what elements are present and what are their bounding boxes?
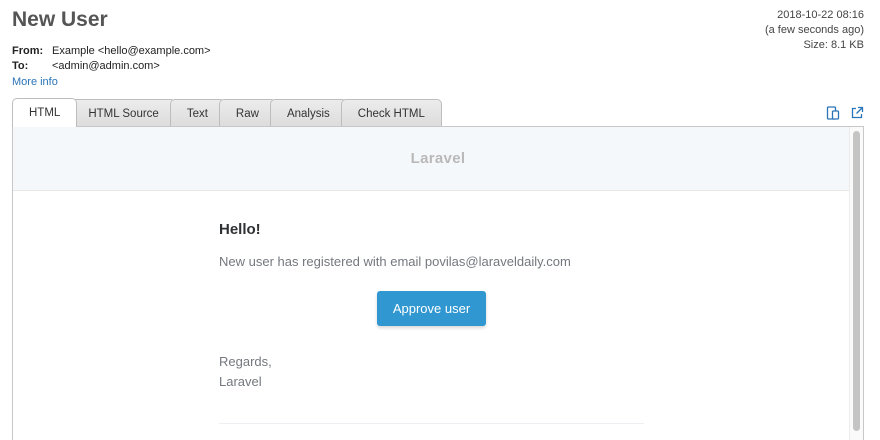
html-preview-pane[interactable]: Laravel Hello! New user has registered w… bbox=[12, 126, 864, 440]
email-content: Hello! New user has registered with emai… bbox=[219, 221, 644, 392]
view-tabs: HTML HTML Source Text Raw Analysis Check… bbox=[12, 98, 442, 127]
more-info-link[interactable]: More info bbox=[12, 76, 58, 88]
to-value: <admin@admin.com> bbox=[52, 60, 160, 72]
scrollbar-thumb[interactable] bbox=[853, 131, 860, 431]
email-regards: Regards, bbox=[219, 354, 272, 369]
email-message-line: New user has registered with email povil… bbox=[219, 254, 571, 269]
from-value: Example <hello@example.com> bbox=[52, 45, 211, 57]
email-header: Laravel bbox=[13, 127, 863, 191]
message-date: 2018-10-22 08:16 bbox=[777, 9, 864, 21]
to-row: To: <admin@admin.com> bbox=[12, 59, 211, 74]
external-link-icon[interactable] bbox=[850, 106, 864, 120]
message-addresses: From: Example <hello@example.com> To: <a… bbox=[12, 44, 211, 74]
email-signature: Laravel bbox=[219, 374, 262, 389]
tab-html-source[interactable]: HTML Source bbox=[71, 99, 176, 127]
message-meta: 2018-10-22 08:16 (a few seconds ago) Siz… bbox=[765, 8, 864, 53]
email-signoff: Regards, Laravel bbox=[219, 352, 644, 392]
action-button-wrap: Approve user bbox=[219, 291, 644, 326]
message-size: Size: 8.1 KB bbox=[803, 39, 864, 51]
device-icon[interactable] bbox=[826, 106, 840, 120]
tab-html[interactable]: HTML bbox=[12, 98, 78, 127]
preview-scrollbar[interactable] bbox=[849, 127, 863, 440]
from-row: From: Example <hello@example.com> bbox=[12, 44, 211, 59]
approve-user-button[interactable]: Approve user bbox=[376, 291, 487, 326]
message-relative-time: (a few seconds ago) bbox=[764, 24, 864, 36]
tab-check-html[interactable]: Check HTML bbox=[340, 99, 442, 127]
tab-text[interactable]: Text bbox=[169, 99, 225, 127]
from-label: From: bbox=[12, 45, 44, 57]
email-greeting: Hello! bbox=[219, 221, 261, 238]
email-divider bbox=[219, 423, 644, 424]
view-toolbar bbox=[826, 106, 864, 120]
message-header: New User 2018-10-22 08:16 (a few seconds… bbox=[0, 0, 880, 97]
email-brand-link[interactable]: Laravel bbox=[411, 150, 466, 167]
tab-analysis[interactable]: Analysis bbox=[269, 99, 347, 127]
to-label: To: bbox=[12, 60, 29, 72]
tab-raw[interactable]: Raw bbox=[218, 99, 276, 127]
email-body: Hello! New user has registered with emai… bbox=[13, 191, 863, 440]
message-subject: New User bbox=[12, 8, 108, 31]
